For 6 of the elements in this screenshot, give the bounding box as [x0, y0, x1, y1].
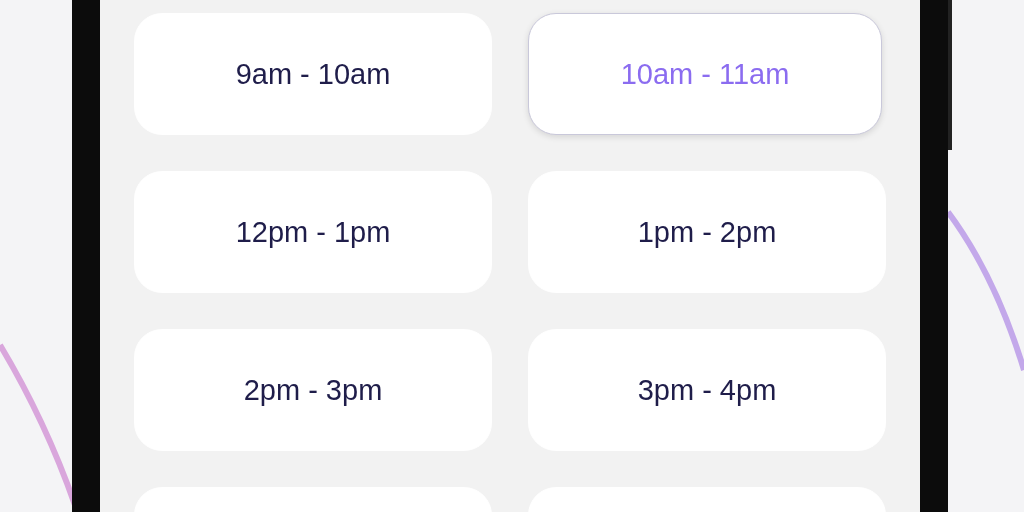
time-slot-button[interactable]: 3pm - 4pm [528, 329, 886, 451]
time-slot-button[interactable]: 1pm - 2pm [528, 171, 886, 293]
time-slot-button[interactable]: 12pm - 1pm [134, 171, 492, 293]
time-slot-button[interactable]: 9am - 10am [134, 13, 492, 135]
time-slot-button[interactable]: 10am - 11am [528, 13, 882, 135]
time-slot-button[interactable]: 2pm - 3pm [134, 329, 492, 451]
